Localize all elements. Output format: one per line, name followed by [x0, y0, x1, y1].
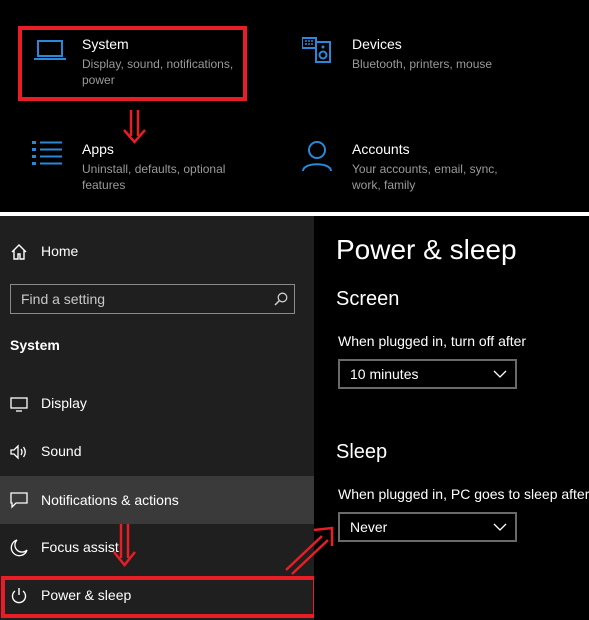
search-icon[interactable]	[274, 292, 288, 306]
chevron-down-icon	[493, 370, 507, 378]
accounts-tile-title: Accounts	[352, 141, 410, 157]
sidebar-item-focus-assist[interactable]: Focus assist	[0, 526, 314, 570]
sidebar-item-label: Display	[41, 395, 87, 411]
sidebar-item-display[interactable]: Display	[0, 382, 314, 426]
moon-icon	[10, 539, 28, 557]
sidebar-item-label: Home	[41, 243, 79, 259]
dropdown-value: Never	[350, 519, 388, 535]
search-input[interactable]	[11, 285, 261, 313]
sleep-timeout-dropdown[interactable]: Never	[338, 512, 517, 542]
power-sleep-page: Power & sleep Screen When plugged in, tu…	[314, 216, 589, 620]
power-sleep-highlight-box	[1, 576, 317, 618]
find-setting-search	[10, 284, 295, 314]
settings-sidebar: Home System Display Sound Notifications …	[0, 216, 317, 620]
sidebar-item-label: Sound	[41, 443, 82, 459]
devices-tile-title: Devices	[352, 36, 402, 52]
page-title: Power & sleep	[336, 234, 517, 265]
screen-heading: Screen	[336, 288, 400, 310]
settings-category-grid: System Display, sound, notifications, po…	[0, 0, 589, 212]
devices-icon	[302, 37, 331, 63]
speaker-icon	[10, 444, 26, 460]
sidebar-item-sound[interactable]: Sound	[0, 430, 314, 474]
sleep-heading: Sleep	[336, 441, 388, 463]
screen-timeout-dropdown[interactable]: 10 minutes	[338, 359, 517, 389]
sidebar-item-label: Notifications & actions	[41, 492, 179, 508]
monitor-icon	[10, 397, 28, 412]
annotation-arrow-diagonal	[285, 526, 334, 575]
devices-tile-subtitle: Bluetooth, printers, mouse	[352, 57, 493, 71]
notification-icon	[10, 492, 28, 509]
screen-timeout-label: When plugged in, turn off after	[338, 333, 527, 349]
annotation-arrow-down	[113, 524, 136, 567]
sidebar-item-home[interactable]: Home	[0, 230, 314, 274]
apps-list-icon	[32, 141, 62, 165]
annotation-arrow-down	[123, 110, 146, 144]
sidebar-item-label: Focus assist	[41, 539, 119, 555]
dropdown-value: 10 minutes	[350, 366, 419, 382]
accounts-tile-subtitle: Your accounts, email, sync, work, family	[352, 162, 498, 192]
section-title: System	[10, 337, 60, 353]
sidebar-item-notifications[interactable]: Notifications & actions	[0, 476, 314, 524]
apps-tile-subtitle: Uninstall, defaults, optional features	[82, 162, 226, 192]
chevron-down-icon	[493, 523, 507, 531]
system-highlight-box	[18, 26, 247, 101]
apps-tile-title: Apps	[82, 141, 114, 157]
person-icon	[302, 141, 332, 172]
sleep-timeout-label: When plugged in, PC goes to sleep after	[338, 486, 589, 502]
home-icon	[11, 244, 27, 260]
